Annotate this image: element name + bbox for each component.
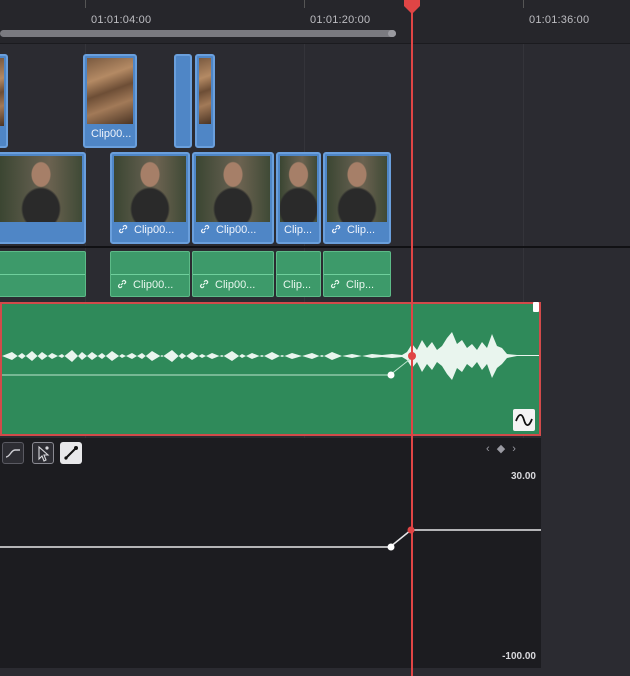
clip-thumbnail <box>0 58 4 126</box>
video-clip[interactable] <box>195 54 215 148</box>
clip-label: Clip00... <box>91 128 132 140</box>
video-clip[interactable]: Clip00... <box>192 152 274 244</box>
clip-thumbnail <box>280 156 317 222</box>
fade-curve-icon[interactable] <box>513 409 535 431</box>
clip-label: Clip00... <box>112 220 188 240</box>
timecode-label: 01:01:20:00 <box>310 14 371 26</box>
volume-keyframe[interactable] <box>387 371 395 379</box>
clip-thumbnail <box>196 156 270 222</box>
link-icon <box>200 224 210 234</box>
track-divider <box>0 246 630 248</box>
audio-clip[interactable] <box>0 251 86 297</box>
video-clip[interactable] <box>0 152 86 244</box>
clip-thumbnail <box>87 58 133 124</box>
video-clip[interactable]: Clip00... <box>83 54 137 148</box>
timecode-label: 01:01:36:00 <box>529 14 590 26</box>
link-icon <box>199 279 209 289</box>
clip-thumbnail <box>327 156 387 222</box>
audio-clip[interactable]: Clip... <box>323 251 391 297</box>
video-clip[interactable]: Clip... <box>323 152 391 244</box>
link-icon <box>330 279 340 289</box>
audio-level-line <box>0 274 85 275</box>
clip-label-text: Clip00... <box>215 279 256 291</box>
audio-clip[interactable]: Clip00... <box>110 251 190 297</box>
audio-clip[interactable]: Clip... <box>276 251 321 297</box>
clip-label: Clip... <box>283 279 312 291</box>
video-clip[interactable]: Clip... <box>276 152 321 244</box>
clip-label-text: Clip00... <box>216 224 257 236</box>
link-icon <box>331 224 341 234</box>
clip-trim-handle[interactable] <box>533 302 539 312</box>
clip-label-text: Clip... <box>347 224 376 236</box>
video-clip[interactable] <box>174 54 192 148</box>
timeline-bottom <box>0 668 630 676</box>
audio-level-line <box>111 274 189 275</box>
scrollbar-handle[interactable] <box>388 30 396 37</box>
clip-label-text: Clip00... <box>134 224 175 236</box>
audio-level-line <box>324 274 390 275</box>
audio-level-line <box>277 274 320 275</box>
ruler-tick <box>523 0 524 8</box>
link-icon <box>118 224 128 234</box>
link-icon <box>117 279 127 289</box>
clip-label: Clip00... <box>199 279 255 291</box>
clip-thumbnail <box>114 156 186 222</box>
clip-label: Clip00... <box>194 220 272 240</box>
selected-audio-clip[interactable] <box>0 302 541 436</box>
playhead-line[interactable] <box>411 0 413 676</box>
clip-label: Clip... <box>330 279 374 291</box>
clip-label: Clip00... <box>117 279 173 291</box>
timeline-ruler[interactable]: 01:01:04:00 01:01:20:00 01:01:36:00 <box>0 0 630 44</box>
curve-keyframe[interactable] <box>387 543 395 551</box>
playhead-marker[interactable] <box>403 0 421 14</box>
clip-thumbnail <box>0 156 82 222</box>
clip-label-text: Clip00... <box>133 279 174 291</box>
clip-label: Clip... <box>284 224 313 236</box>
clip-thumbnail <box>199 58 211 124</box>
clip-label: Clip... <box>325 220 389 240</box>
audio-level-line <box>193 274 273 275</box>
timeline-scrollbar[interactable] <box>0 30 396 37</box>
ruler-tick <box>85 0 86 8</box>
audio-waveform <box>2 332 539 380</box>
keyframe-curve <box>0 526 541 551</box>
clip-thumbnail <box>178 58 188 124</box>
clip-label-text: Clip... <box>346 279 375 291</box>
timecode-label: 01:01:04:00 <box>91 14 152 26</box>
audio-clip[interactable]: Clip00... <box>192 251 274 297</box>
video-clip[interactable]: Clip00... <box>110 152 190 244</box>
ruler-tick <box>304 0 305 8</box>
video-clip[interactable] <box>0 54 8 148</box>
